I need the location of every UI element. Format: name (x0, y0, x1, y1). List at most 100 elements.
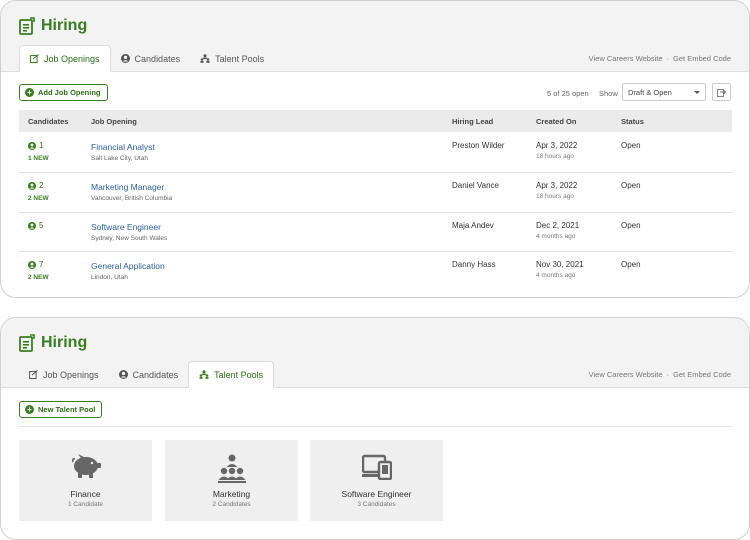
hiring-heading: Hiring (19, 334, 87, 352)
job-status: Open (621, 181, 641, 190)
embed-code-link[interactable]: Get Embed Code (673, 370, 731, 379)
table-row[interactable]: 2 2 NEW Marketing Manager Vancouver, Bri… (19, 173, 732, 213)
tab-candidates[interactable]: Candidates (109, 361, 189, 388)
tab-talent-pools[interactable]: Talent Pools (188, 361, 275, 388)
job-title-link[interactable]: Marketing Manager (91, 182, 172, 192)
header-links: View Careers Website · Get Embed Code (589, 54, 731, 63)
tab-job-openings[interactable]: Job Openings (19, 361, 109, 388)
job-title-link[interactable]: Software Engineer (91, 222, 167, 232)
new-talent-pool-button[interactable]: + New Talent Pool (19, 401, 103, 418)
candidate-count-cell[interactable]: 7 2 NEW (28, 260, 49, 281)
candidate-count: 2 (39, 181, 44, 190)
created-ago: 18 hours ago (536, 193, 574, 200)
tab-bar: Job Openings Candidates Talent Pools (19, 45, 274, 72)
page-title: Hiring (41, 17, 88, 34)
panel-header: Hiring Job Openings Candidates Talent Po… (1, 1, 749, 72)
tab-talent-pools[interactable]: Talent Pools (190, 45, 274, 72)
created-date: Nov 30, 2021 (536, 260, 584, 269)
created-date: Apr 3, 2022 (536, 181, 578, 190)
view-careers-link[interactable]: View Careers Website (589, 370, 663, 379)
tab-job-openings[interactable]: Job Openings (19, 45, 111, 72)
candidate-count-cell[interactable]: 1 1 NEW (28, 141, 49, 162)
job-status: Open (621, 141, 641, 150)
export-icon (717, 88, 726, 97)
person-circle-icon (118, 370, 128, 379)
tab-label: Job Openings (43, 369, 99, 380)
created-ago: 4 months ago (536, 272, 576, 279)
table-row[interactable]: 7 2 NEW General Application Lindon, Utah… (19, 252, 732, 290)
hiring-clipboard-icon (19, 17, 35, 35)
job-title-link[interactable]: General Application (91, 261, 165, 271)
table-header: Candidates Job Opening Hiring Lead Creat… (19, 110, 732, 132)
person-circle-icon (28, 181, 36, 190)
view-careers-link[interactable]: View Careers Website (589, 54, 663, 63)
chevron-down-icon (694, 90, 700, 94)
column-header-hiring-lead[interactable]: Hiring Lead (452, 117, 493, 126)
candidate-count-cell[interactable]: 5 (28, 221, 43, 235)
job-location: Lindon, Utah (91, 274, 128, 281)
job-opening-icon (29, 370, 38, 379)
add-job-opening-button[interactable]: + Add Job Opening (19, 84, 108, 101)
new-badge: 1 NEW (28, 155, 49, 162)
candidate-count-cell[interactable]: 2 2 NEW (28, 181, 49, 202)
hiring-heading: Hiring (19, 17, 87, 35)
status-filter-select[interactable]: Draft & Open (622, 83, 706, 101)
table-row[interactable]: 1 1 NEW Financial Analyst Salt Lake City… (19, 133, 732, 173)
hiring-lead: Daniel Vance (452, 181, 499, 190)
job-title-link[interactable]: Financial Analyst (91, 142, 155, 152)
tab-label: Talent Pools (215, 53, 265, 64)
tab-label: Candidates (134, 53, 181, 64)
pool-count: 2 Candidates (212, 501, 251, 508)
table-row[interactable]: 5 Software Engineer Sydney, New South Wa… (19, 213, 732, 252)
pool-count: 3 Candidates (357, 501, 396, 508)
plus-icon: + (25, 88, 34, 97)
talent-pool-card-software-engineer[interactable]: Software Engineer 3 Candidates (310, 440, 443, 521)
separator: · (666, 54, 670, 63)
column-header-candidates[interactable]: Candidates (28, 117, 68, 126)
select-value: Draft & Open (628, 87, 672, 97)
job-opening-icon (30, 54, 39, 63)
org-chart-icon (217, 454, 246, 483)
embed-code-link[interactable]: Get Embed Code (673, 54, 731, 63)
page-title: Hiring (41, 334, 88, 351)
devices-icon (361, 454, 392, 480)
created-ago: 4 months ago (536, 233, 576, 240)
tab-bar: Job Openings Candidates Talent Pools (19, 361, 275, 388)
piggy-bank-icon (71, 454, 101, 478)
hiring-lead: Danny Hass (452, 260, 496, 269)
open-count: 5 of 25 open (547, 89, 589, 98)
created-date: Apr 3, 2022 (536, 141, 578, 150)
tab-label: Candidates (132, 369, 179, 380)
tab-label: Job Openings (44, 53, 100, 64)
separator: · (666, 370, 670, 379)
header-links: View Careers Website · Get Embed Code (589, 370, 731, 379)
column-header-created-on[interactable]: Created On (536, 117, 576, 126)
talent-pool-icon (200, 54, 210, 63)
hiring-lead: Maja Andev (452, 221, 494, 230)
hiring-clipboard-icon (19, 334, 35, 352)
hiring-lead: Preston Wilder (452, 141, 505, 150)
panel-header: Hiring Job Openings Candidates Talent Po… (1, 318, 749, 388)
job-openings-panel: Hiring Job Openings Candidates Talent Po… (0, 0, 750, 298)
column-header-job-opening[interactable]: Job Opening (91, 117, 137, 126)
button-label: Add Job Opening (38, 88, 101, 97)
button-label: New Talent Pool (38, 405, 96, 414)
job-location: Sydney, New South Wales (91, 235, 168, 242)
job-status: Open (621, 221, 641, 230)
plus-icon: + (25, 405, 34, 414)
job-status: Open (621, 260, 641, 269)
column-header-status[interactable]: Status (621, 117, 644, 126)
show-label: Show (599, 89, 618, 98)
tab-candidates[interactable]: Candidates (111, 45, 191, 72)
job-location: Vancouver, British Columbia (91, 195, 173, 202)
talent-pool-card-finance[interactable]: Finance 1 Candidate (19, 440, 152, 521)
export-button[interactable] (712, 83, 731, 101)
person-circle-icon (120, 54, 130, 63)
person-circle-icon (28, 141, 36, 150)
talent-pool-card-marketing[interactable]: Marketing 2 Candidates (165, 440, 298, 521)
pool-name: Finance (70, 489, 101, 499)
tab-label: Talent Pools (214, 369, 264, 380)
candidate-count: 7 (39, 260, 44, 269)
created-date: Dec 2, 2021 (536, 221, 580, 230)
created-ago: 18 hours ago (536, 153, 574, 160)
